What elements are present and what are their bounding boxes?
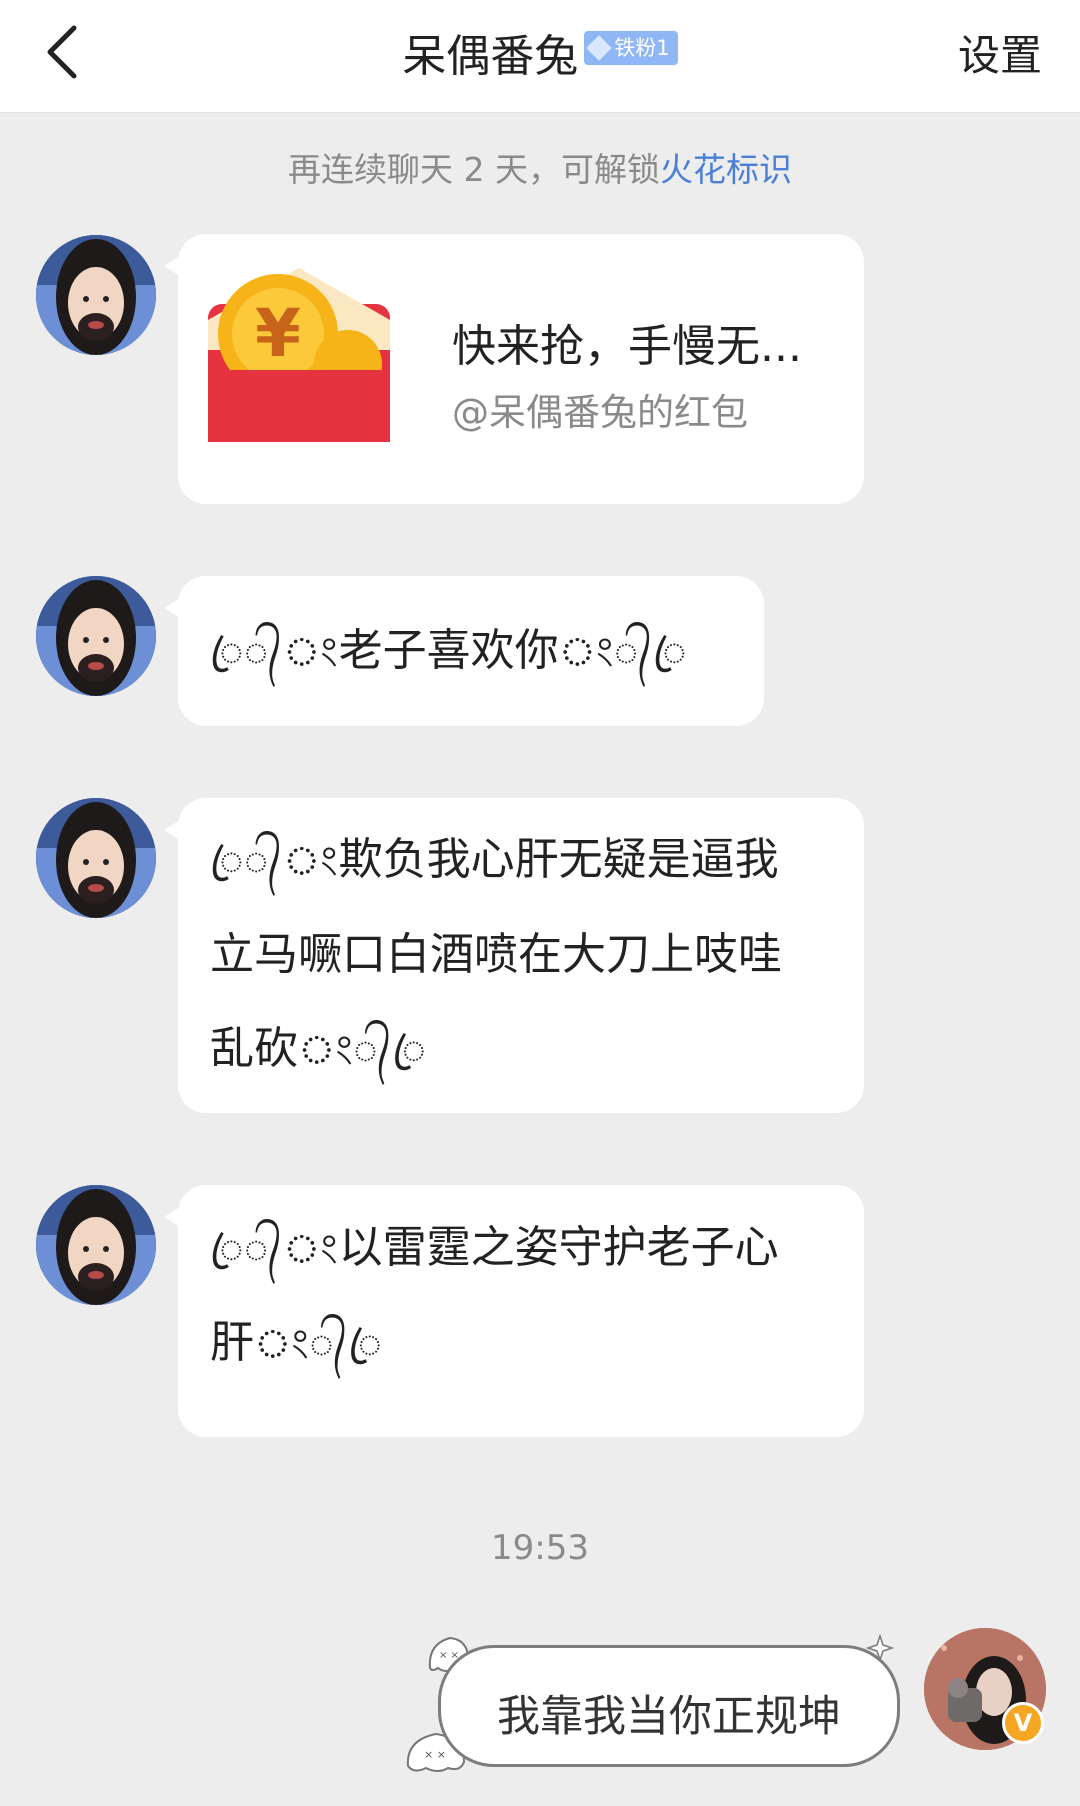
ornament-left: ꦿ᭄ং <box>210 629 339 675</box>
ornament-right: ং᭄ꦿ <box>298 1027 427 1073</box>
fan-badge-label: 铁粉1 <box>614 36 670 60</box>
message-line: ꦿ᭄ং欺负我心肝无疑是逼我 <box>210 813 782 908</box>
avatar-image <box>36 235 156 355</box>
message-text: ꦿ᭄ং以雷霆之姿守护老子心 肝ং᭄ꦿ <box>210 1201 779 1391</box>
chat-title[interactable]: 呆偶番兔 <box>402 31 578 82</box>
message-line-1: 以雷霆之姿守护老子心 <box>338 1222 779 1273</box>
spark-badge-link[interactable]: 火花标识 <box>660 150 792 189</box>
avatar-image <box>36 798 156 918</box>
contact-avatar[interactable] <box>36 576 156 696</box>
svg-text:× ×: × × <box>424 1748 446 1761</box>
message-line: 老子喜欢你 <box>338 625 559 676</box>
red-packet-icon: ¥ <box>208 268 390 442</box>
streak-notice-text: 再连续聊天 2 天，可解锁 <box>288 150 660 189</box>
message-line-3: 乱砍 <box>210 1023 298 1074</box>
settings-button[interactable]: 设置 <box>958 22 1042 83</box>
my-message-text: 我靠我当你正规坤 <box>497 1692 841 1742</box>
fan-badge: 铁粉1 <box>584 31 678 65</box>
red-packet-bubble[interactable]: ¥ 快来抢，手慢无... @呆偶番兔的红包 <box>164 234 864 504</box>
message-line-2: 肝 <box>210 1317 254 1368</box>
message-line-1: 欺负我心肝无疑是逼我 <box>338 834 779 885</box>
streak-notice: 再连续聊天 2 天，可解锁火花标识 <box>0 143 1080 191</box>
message-text: ꦿ᭄ং欺负我心肝无疑是逼我 立马噘口白酒喷在大刀上吱哇 乱砍ং᭄ꦿ <box>210 813 782 1097</box>
title-area: 呆偶番兔 铁粉1 <box>0 20 1080 84</box>
message-line: 肝ং᭄ꦿ <box>210 1296 779 1391</box>
ornament-right: ং᭄ꦿ <box>558 629 688 675</box>
ornament-left: ꦿ᭄ং <box>210 838 339 884</box>
red-packet-sender: @呆偶番兔的红包 <box>452 391 748 434</box>
message-line-2: 立马噘口白酒喷在大刀上吱哇 <box>210 929 782 980</box>
verified-badge: V <box>1002 1702 1044 1744</box>
message-bubble[interactable]: ꦿ᭄ং老子喜欢你ং᭄ꦿ <box>164 576 764 726</box>
avatar-image <box>36 576 156 696</box>
contact-avatar[interactable] <box>36 235 156 355</box>
ornament-right: ং᭄ꦿ <box>254 1321 383 1367</box>
message-line: ꦿ᭄ং以雷霆之姿守护老子心 <box>210 1201 779 1296</box>
contact-avatar[interactable] <box>36 798 156 918</box>
message-timestamp: 19:53 <box>491 1528 589 1568</box>
message-text: ꦿ᭄ং老子喜欢你ং᭄ꦿ <box>210 604 687 699</box>
message-bubble[interactable]: ꦿ᭄ং欺负我心肝无疑是逼我 立马噘口白酒喷在大刀上吱哇 乱砍ং᭄ꦿ <box>164 798 864 1113</box>
svg-text:¥: ¥ <box>255 295 301 372</box>
diamond-icon <box>586 35 613 61</box>
top-bar: 呆偶番兔 铁粉1 设置 <box>0 0 1080 113</box>
contact-avatar[interactable] <box>36 1185 156 1305</box>
message-line: 乱砍ং᭄ꦿ <box>210 1002 782 1097</box>
my-message-bubble[interactable]: 我靠我当你正规坤 <box>438 1645 900 1767</box>
ornament-left: ꦿ᭄ং <box>210 1226 339 1272</box>
avatar-image <box>36 1185 156 1305</box>
red-packet-title: 快来抢，手慢无... <box>452 321 802 372</box>
message-bubble[interactable]: ꦿ᭄ং以雷霆之姿守护老子心 肝ং᭄ꦿ <box>164 1185 864 1437</box>
